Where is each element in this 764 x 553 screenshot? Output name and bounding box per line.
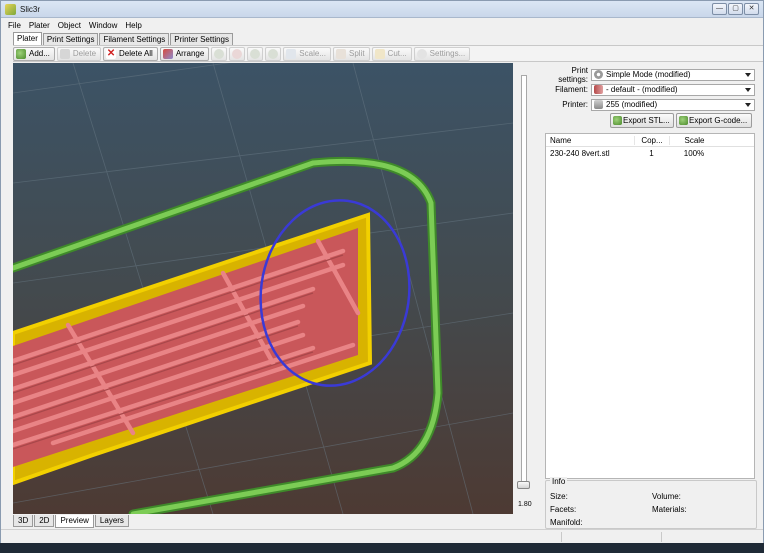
info-title: Info	[550, 477, 568, 486]
chevron-down-icon	[745, 72, 751, 77]
column-header-scale[interactable]: Scale	[669, 135, 719, 145]
minimize-button[interactable]: —	[712, 3, 727, 15]
export-stl-button[interactable]: Export STL...	[610, 113, 674, 128]
delete-icon	[59, 48, 70, 59]
tab-preview[interactable]: Preview	[55, 515, 94, 528]
list-item[interactable]: 230-240 8vert.stl 1 100%	[546, 147, 754, 160]
object-settings-button[interactable]: Settings...	[413, 46, 471, 61]
cut-button[interactable]: Cut...	[371, 46, 412, 61]
menu-plater[interactable]: Plater	[25, 21, 54, 30]
slider-value: 1.80	[518, 501, 532, 508]
gear-icon	[594, 70, 603, 79]
menu-object[interactable]: Object	[54, 21, 85, 30]
scale-icon	[286, 48, 297, 59]
printer-row: Printer: 255 (modified)	[543, 98, 755, 111]
column-header-name[interactable]: Name	[546, 136, 634, 145]
main-tabs: Plater Print Settings Filament Settings …	[13, 32, 234, 45]
export-icon	[679, 116, 688, 125]
minus-icon	[232, 48, 243, 59]
view-tabs: 3D 2D Preview Layers	[13, 515, 130, 528]
settings-gear-icon	[416, 48, 427, 59]
preview-3d-canvas[interactable]	[13, 63, 513, 514]
cut-icon	[374, 48, 385, 59]
menu-file[interactable]: File	[4, 21, 25, 30]
title-bar[interactable]: Slic3r — ▢ ✕	[1, 1, 763, 18]
tab-filament-settings[interactable]: Filament Settings	[99, 33, 170, 45]
slider-track[interactable]	[521, 75, 527, 487]
tab-2d[interactable]: 2D	[34, 515, 55, 527]
right-panel: Print settings: Simple Mode (modified) F…	[543, 63, 761, 529]
rotate-left-icon	[250, 48, 261, 59]
rotate-right-button[interactable]	[265, 46, 282, 61]
printer-icon	[594, 100, 603, 109]
close-button[interactable]: ✕	[744, 3, 759, 15]
object-name: 230-240 8vert.stl	[550, 149, 610, 158]
split-button[interactable]: Split	[332, 46, 370, 61]
delete-all-button[interactable]: ✕ Delete All	[103, 46, 158, 61]
print-settings-row: Print settings: Simple Mode (modified)	[543, 65, 755, 84]
slider-thumb[interactable]	[517, 481, 530, 489]
tab-plater[interactable]: Plater	[13, 32, 42, 45]
arrange-button[interactable]: Arrange	[159, 46, 210, 61]
add-icon	[16, 48, 26, 59]
info-facets-label: Facets:	[550, 505, 577, 514]
delete-button[interactable]: Delete	[56, 46, 102, 61]
status-divider	[561, 532, 562, 542]
decrease-copies-button[interactable]	[229, 46, 246, 61]
filament-row: Filament: - default - (modified)	[543, 83, 755, 96]
toolpath-preview	[13, 63, 513, 514]
filament-select[interactable]: - default - (modified)	[591, 83, 755, 96]
slic3r-app-icon	[5, 3, 16, 15]
object-list[interactable]: Name Cop... Scale 230-240 8vert.stl 1 10…	[545, 133, 755, 479]
info-volume-label: Volume:	[652, 492, 681, 501]
status-bar	[1, 529, 763, 543]
os-taskbar	[0, 543, 764, 553]
tab-3d[interactable]: 3D	[13, 515, 34, 527]
tab-layers[interactable]: Layers	[94, 515, 129, 527]
printer-select[interactable]: 255 (modified)	[591, 98, 755, 111]
object-scale: 100%	[683, 149, 705, 158]
maximize-button[interactable]: ▢	[728, 3, 743, 15]
tab-printer-settings[interactable]: Printer Settings	[170, 33, 233, 45]
add-button[interactable]: Add...	[13, 46, 55, 61]
scale-button[interactable]: Scale...	[283, 46, 331, 61]
info-materials-label: Materials:	[652, 505, 687, 514]
print-settings-select[interactable]: Simple Mode (modified)	[591, 68, 755, 81]
menu-bar: File Plater Object Window Help	[1, 19, 763, 32]
status-divider	[661, 532, 662, 542]
chevron-down-icon	[745, 102, 751, 107]
filament-label: Filament:	[555, 85, 588, 94]
printer-label: Printer:	[562, 100, 588, 109]
plus-icon	[214, 48, 225, 59]
tab-print-settings[interactable]: Print Settings	[42, 33, 99, 45]
export-icon	[613, 116, 622, 125]
slic3r-window: Slic3r — ▢ ✕ File Plater Object Window H…	[0, 0, 764, 553]
export-gcode-button[interactable]: Export G-code...	[676, 113, 752, 128]
rotate-left-button[interactable]	[247, 46, 264, 61]
chevron-down-icon	[745, 87, 751, 92]
plater-toolbar: Add... Delete ✕ Delete All Arrange Scale…	[13, 45, 763, 62]
column-header-copies[interactable]: Cop...	[634, 135, 669, 145]
object-list-header: Name Cop... Scale	[546, 134, 754, 147]
layer-height-slider[interactable]: 1.80	[513, 63, 541, 514]
info-size-label: Size:	[550, 492, 568, 501]
delete-all-icon: ✕	[106, 47, 117, 59]
object-copies: 1	[649, 149, 654, 158]
menu-help[interactable]: Help	[121, 21, 145, 30]
arrange-icon	[162, 48, 173, 59]
menu-window[interactable]: Window	[85, 21, 121, 30]
rotate-right-icon	[268, 48, 279, 59]
split-icon	[335, 48, 346, 59]
filament-spool-icon	[594, 85, 603, 94]
increase-copies-button[interactable]	[211, 46, 228, 61]
info-manifold-label: Manifold:	[550, 518, 583, 527]
info-box: Info Size: Volume: Facets: Materials: Ma…	[545, 477, 757, 529]
window-title: Slic3r	[20, 4, 41, 14]
print-settings-label: Print settings:	[558, 65, 588, 84]
